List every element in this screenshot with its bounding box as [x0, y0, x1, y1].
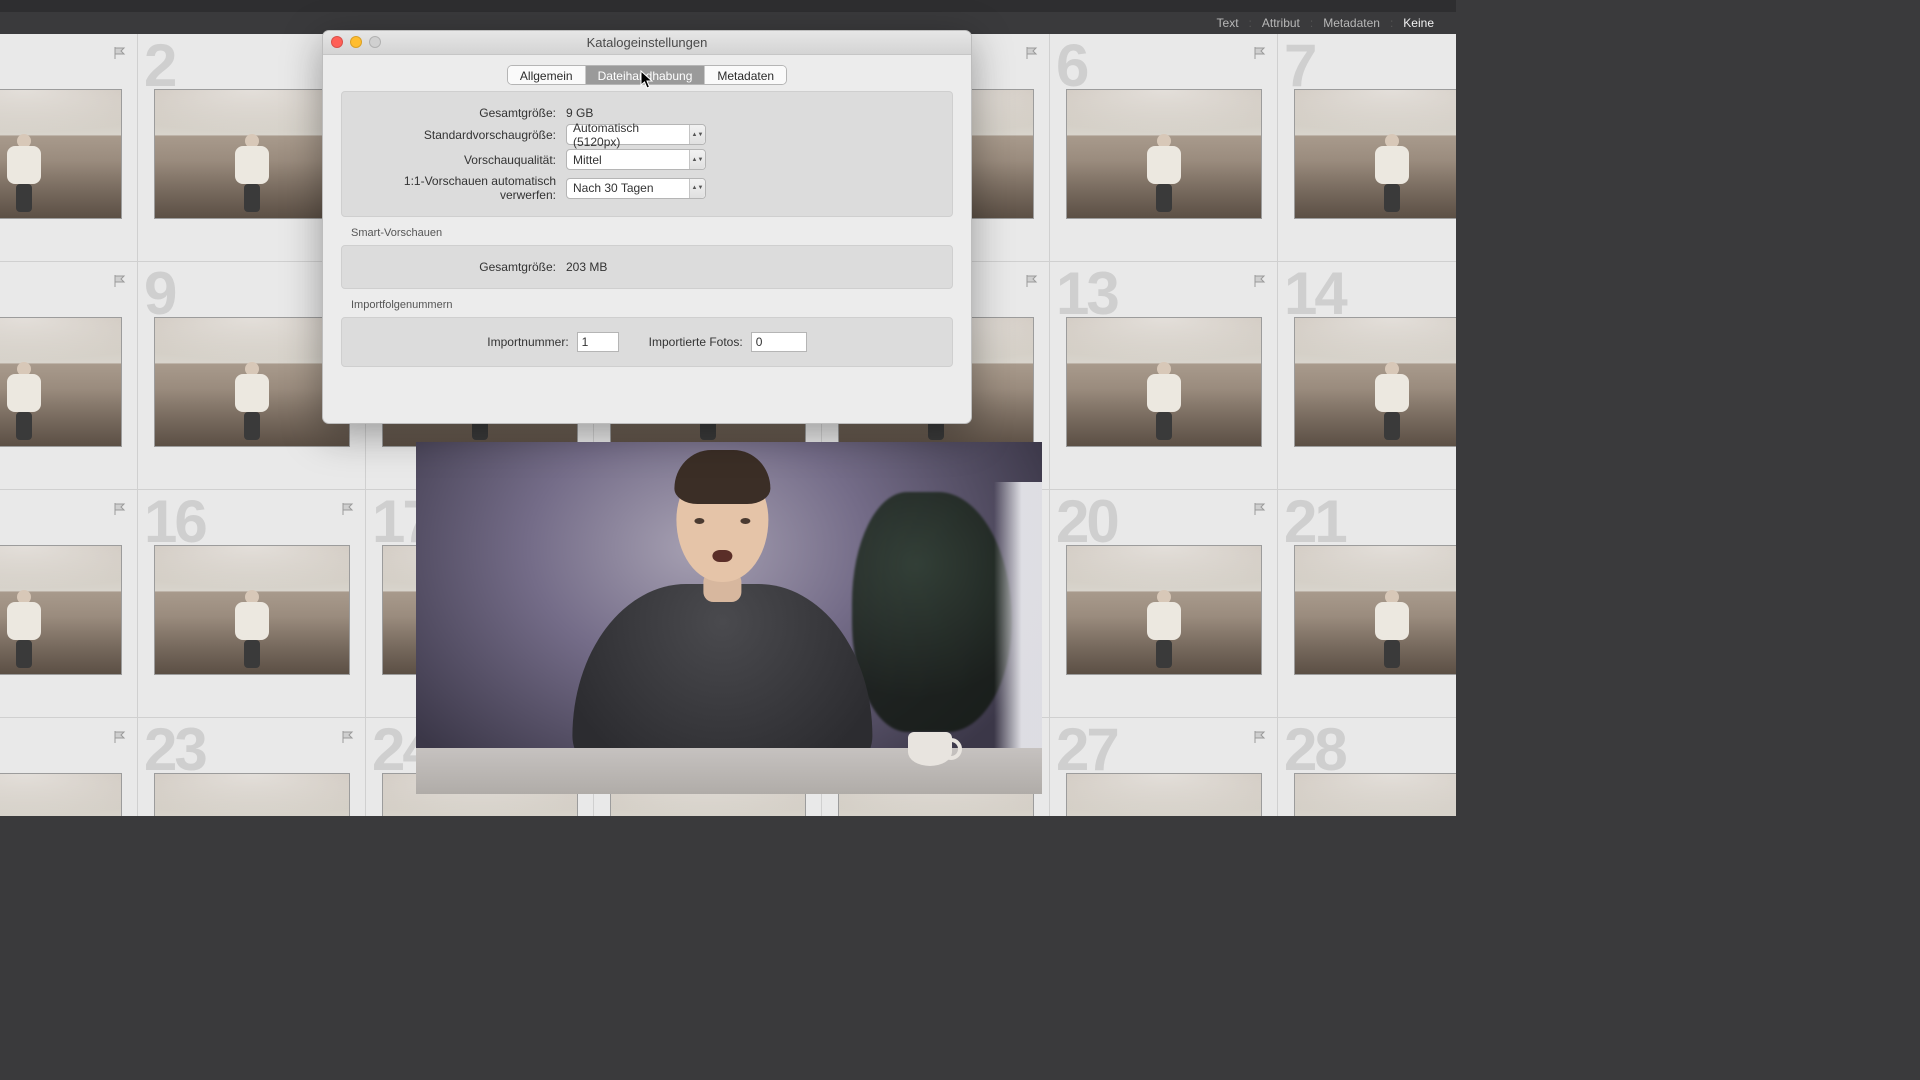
flag-icon[interactable] [1253, 502, 1267, 516]
cell-index: 14 [1284, 264, 1345, 324]
grid-cell[interactable]: 22 [0, 718, 138, 816]
window-zoom-button [369, 36, 381, 48]
grid-cell[interactable]: 28 [1278, 718, 1456, 816]
flag-icon[interactable] [1025, 274, 1039, 288]
thumbnail[interactable] [0, 89, 122, 219]
thumbnail[interactable] [154, 773, 350, 816]
grid-cell[interactable]: 23 [138, 718, 366, 816]
thumbnail[interactable] [1066, 773, 1262, 816]
smart-total-value: 203 MB [566, 260, 607, 274]
total-size-value: 9 GB [566, 106, 593, 120]
cell-index: 6 [1056, 36, 1086, 96]
grid-cell[interactable]: 6 [1050, 34, 1278, 262]
grid-cell[interactable]: 7 [1278, 34, 1456, 262]
flag-icon[interactable] [113, 502, 127, 516]
smart-total-label: Gesamtgröße: [356, 260, 566, 274]
filter-text[interactable]: Text [1207, 16, 1249, 30]
cell-index: 20 [1056, 492, 1117, 552]
dialog-title: Katalogeinstellungen [587, 35, 708, 50]
webcam-overlay [416, 442, 1042, 794]
discard-label: 1:1-Vorschauen automatisch verwerfen: [356, 174, 566, 202]
grid-cell[interactable]: 15 [0, 490, 138, 718]
thumbnail[interactable] [0, 317, 122, 447]
quality-select[interactable]: Mittel ▲▼ [566, 149, 706, 170]
cell-index: 23 [144, 720, 205, 780]
flag-icon[interactable] [113, 274, 127, 288]
grid-cell[interactable]: 21 [1278, 490, 1456, 718]
app-top-strip [0, 0, 1456, 12]
thumbnail[interactable] [154, 317, 350, 447]
flag-icon[interactable] [1025, 46, 1039, 60]
smart-section-label: Smart-Vorschauen [351, 227, 953, 239]
imported-photos-label: Importierte Fotos: [649, 335, 751, 349]
total-size-label: Gesamtgröße: [356, 106, 566, 120]
window-minimize-button[interactable] [350, 36, 362, 48]
thumbnail[interactable] [1066, 89, 1262, 219]
discard-select[interactable]: Nach 30 Tagen ▲▼ [566, 178, 706, 199]
thumbnail[interactable] [1066, 317, 1262, 447]
filter-attribut[interactable]: Attribut [1252, 16, 1310, 30]
dialog-tabs: Allgemein Dateihandhabung Metadaten [341, 65, 953, 85]
grid-cell[interactable]: 1 [0, 34, 138, 262]
grid-cell[interactable]: 20 [1050, 490, 1278, 718]
panel-previews: Gesamtgröße: 9 GB Standardvorschaugröße:… [341, 91, 953, 217]
filter-metadaten[interactable]: Metadaten [1313, 16, 1390, 30]
thumbnail[interactable] [1294, 317, 1456, 447]
tab-metadaten[interactable]: Metadaten [705, 66, 786, 84]
grid-cell[interactable]: 16 [138, 490, 366, 718]
import-number-input[interactable] [577, 332, 619, 352]
std-size-value: Automatisch (5120px) [573, 121, 687, 149]
flag-icon[interactable] [341, 730, 355, 744]
thumbnail[interactable] [1294, 545, 1456, 675]
import-number-label: Importnummer: [487, 335, 576, 349]
thumbnail[interactable] [154, 89, 350, 219]
import-section-label: Importfolgenummern [351, 299, 953, 311]
cell-index: 7 [1284, 36, 1314, 96]
chevron-up-down-icon: ▲▼ [689, 125, 705, 144]
chevron-up-down-icon: ▲▼ [689, 179, 705, 198]
grid-cell[interactable]: 27 [1050, 718, 1278, 816]
filter-keine[interactable]: Keine [1393, 16, 1444, 30]
catalog-settings-dialog: Katalogeinstellungen Allgemein Dateihand… [322, 30, 972, 424]
chevron-up-down-icon: ▲▼ [689, 150, 705, 169]
thumbnail[interactable] [1066, 545, 1262, 675]
flag-icon[interactable] [341, 502, 355, 516]
grid-cell[interactable]: 8 [0, 262, 138, 490]
panel-smart-previews: Gesamtgröße: 203 MB [341, 245, 953, 289]
cell-index: 2 [144, 36, 174, 96]
quality-label: Vorschauqualität: [356, 153, 566, 167]
cell-index: 16 [144, 492, 205, 552]
panel-import-sequence: Importnummer: Importierte Fotos: [341, 317, 953, 367]
flag-icon[interactable] [113, 46, 127, 60]
cell-index: 27 [1056, 720, 1117, 780]
imported-photos-input[interactable] [751, 332, 807, 352]
cell-index: 13 [1056, 264, 1117, 324]
dialog-titlebar[interactable]: Katalogeinstellungen [323, 31, 971, 55]
cell-index: 9 [144, 264, 174, 324]
std-size-label: Standardvorschaugröße: [356, 128, 566, 142]
thumbnail[interactable] [0, 773, 122, 816]
tab-dateihandhabung[interactable]: Dateihandhabung [586, 66, 706, 84]
window-controls [331, 36, 381, 48]
flag-icon[interactable] [113, 730, 127, 744]
discard-value: Nach 30 Tagen [573, 181, 654, 195]
thumbnail[interactable] [1294, 89, 1456, 219]
tab-allgemein[interactable]: Allgemein [508, 66, 586, 84]
window-close-button[interactable] [331, 36, 343, 48]
thumbnail[interactable] [154, 545, 350, 675]
cell-index: 28 [1284, 720, 1345, 780]
thumbnail[interactable] [0, 545, 122, 675]
cell-index: 21 [1284, 492, 1345, 552]
std-size-select[interactable]: Automatisch (5120px) ▲▼ [566, 124, 706, 145]
flag-icon[interactable] [1253, 274, 1267, 288]
grid-cell[interactable]: 13 [1050, 262, 1278, 490]
flag-icon[interactable] [1253, 46, 1267, 60]
quality-value: Mittel [573, 153, 602, 167]
thumbnail[interactable] [1294, 773, 1456, 816]
grid-cell[interactable]: 14 [1278, 262, 1456, 490]
flag-icon[interactable] [1253, 730, 1267, 744]
